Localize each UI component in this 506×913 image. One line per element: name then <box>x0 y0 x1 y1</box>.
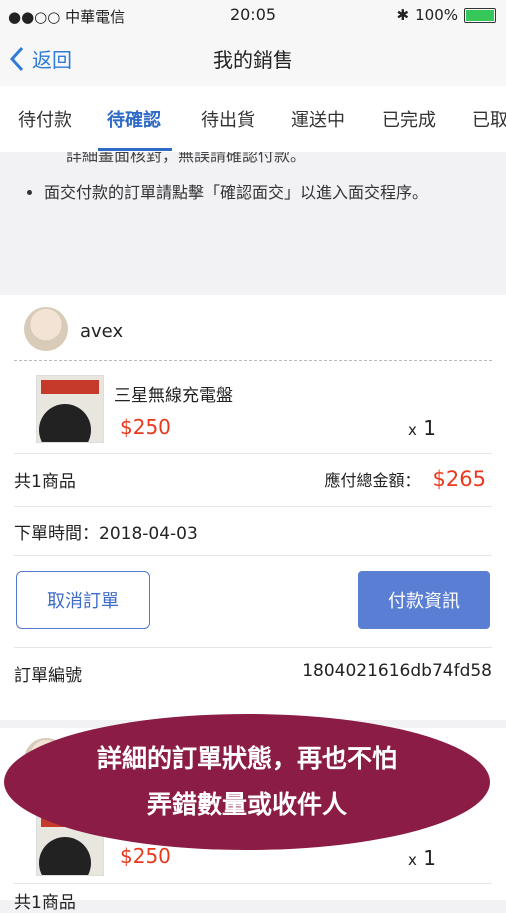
tab-pending-payment[interactable]: 待付款 <box>18 106 72 132</box>
divider <box>14 647 492 648</box>
product-price: $250 <box>120 415 171 439</box>
qty-prefix: x <box>408 851 417 869</box>
total-label: 應付總金額： <box>324 471 421 490</box>
status-bar: ●●○○ 中華電信 20:05 ✱ 100% <box>0 0 506 30</box>
payment-info-button[interactable]: 付款資訊 <box>358 571 490 629</box>
order-number: 1804021616db74fd58 <box>302 661 492 681</box>
promo-line-2: 弄錯數量或收件人 <box>146 790 347 819</box>
tab-pending-confirmation[interactable]: 待確認 <box>107 106 161 132</box>
order-number-label: 訂單編號 <box>14 666 82 686</box>
product-quantity: x 1 <box>408 846 436 870</box>
total-amount-row: 應付總金額： $265 <box>325 467 486 491</box>
product-name[interactable]: 三星無線充電盤 <box>114 381 233 406</box>
bluetooth-icon: ✱ <box>396 6 410 24</box>
tab-pending-shipment[interactable]: 待出貨 <box>201 106 255 132</box>
promo-line-1: 詳細的訂單狀態，再也不怕 <box>96 744 397 773</box>
divider <box>14 555 492 556</box>
tab-shipping[interactable]: 運送中 <box>291 106 345 132</box>
divider <box>14 453 492 454</box>
qty-value: 1 <box>423 416 436 440</box>
item-count: 共1商品 <box>14 893 76 913</box>
avatar[interactable] <box>24 307 68 351</box>
notice-cut-line: 詳細畫面核對，無誤請確認付款。 <box>66 152 307 165</box>
item-count: 共1商品 <box>14 472 76 492</box>
page-title: 我的銷售 <box>213 48 293 72</box>
product-quantity: x 1 <box>408 416 436 440</box>
notice-item: 面交付款的訂單請點擊「確認面交」以進入面交程序。 <box>44 180 504 206</box>
product-thumbnail[interactable] <box>36 375 104 443</box>
notice-panel: 詳細畫面核對，無誤請確認付款。 面交付款的訂單請點擊「確認面交」以進入面交程序。 <box>0 152 506 292</box>
order-date: 下單時間：2018-04-03 <box>14 524 198 544</box>
divider <box>14 883 492 884</box>
battery-percent: 100% <box>415 6 458 24</box>
order-status-tabs: 待付款 待確認 待出貨 運送中 已完成 已取 <box>0 86 506 153</box>
promo-banner: 詳細的訂單狀態，再也不怕 弄錯數量或收件人 <box>4 714 490 850</box>
charger-image <box>39 404 91 442</box>
thumbnail-banner <box>41 380 99 394</box>
battery-icon <box>464 7 496 23</box>
qty-value: 1 <box>423 846 436 870</box>
buyer-name[interactable]: avex <box>80 321 123 342</box>
charger-image <box>39 837 91 875</box>
active-tab-indicator <box>98 148 172 151</box>
navigation-bar: 返回 我的銷售 <box>0 30 506 86</box>
status-right: ✱ 100% <box>397 6 496 24</box>
notice-list: 面交付款的訂單請點擊「確認面交」以進入面交程序。 <box>14 180 504 206</box>
total-amount: $265 <box>432 467 486 491</box>
divider <box>14 506 492 507</box>
qty-prefix: x <box>408 421 417 439</box>
cancel-order-button[interactable]: 取消訂單 <box>16 571 150 629</box>
tab-cancelled[interactable]: 已取 <box>472 106 506 132</box>
tab-completed[interactable]: 已完成 <box>382 106 436 132</box>
divider <box>14 360 492 361</box>
product-price: $250 <box>120 844 171 868</box>
order-card: avex 三星無線充電盤 $250 x 1 共1商品 應付總金額： $265 下單… <box>0 295 506 720</box>
